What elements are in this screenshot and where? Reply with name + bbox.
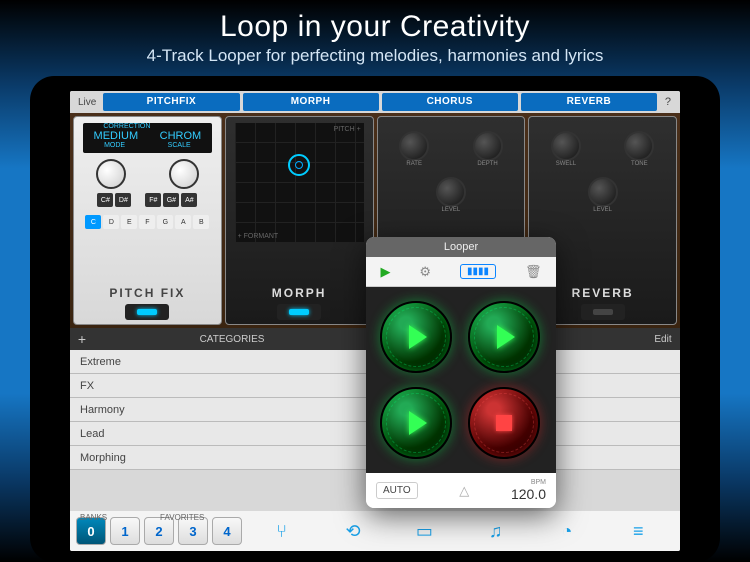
tab-chorus[interactable]: CHORUS bbox=[382, 93, 518, 111]
key-as[interactable]: A# bbox=[181, 193, 197, 207]
looper-title: Looper bbox=[366, 237, 556, 257]
looper-trash-icon[interactable]: 🗑 bbox=[525, 264, 542, 280]
key-d[interactable]: D bbox=[103, 215, 119, 229]
reverb-swell-knob[interactable] bbox=[551, 131, 581, 161]
key-ds[interactable]: D# bbox=[115, 193, 131, 207]
reverb-tone-knob[interactable] bbox=[624, 131, 654, 161]
chorus-rate-knob[interactable] bbox=[399, 131, 429, 161]
tab-pitchfix[interactable]: PITCHFIX bbox=[103, 93, 239, 111]
bottom-bar: BANKS FAVORITES 0 1 2 3 4 ⑂ ⟲ ▭ ♫ ◔ ≡ bbox=[70, 511, 680, 551]
key-fs[interactable]: F# bbox=[145, 193, 161, 207]
tuner-icon[interactable]: ⑂ bbox=[246, 521, 317, 542]
play-icon bbox=[409, 325, 427, 349]
key-cs[interactable]: C# bbox=[97, 193, 113, 207]
tape-icon[interactable]: ▭ bbox=[389, 521, 460, 542]
looper-play-icon[interactable]: ▶ bbox=[380, 264, 390, 280]
lcd-scale: CHROM bbox=[160, 130, 202, 142]
bank-1[interactable]: 1 bbox=[110, 517, 140, 545]
key-g[interactable]: G bbox=[157, 215, 173, 229]
menu-icon[interactable]: ≡ bbox=[603, 521, 674, 542]
marketing-headline: Loop in your Creativity bbox=[0, 0, 750, 44]
pedal-name-morph: MORPH bbox=[226, 286, 373, 300]
footswitch-morph[interactable] bbox=[277, 304, 321, 320]
help-button[interactable]: ? bbox=[660, 96, 676, 108]
banks-label: BANKS bbox=[80, 513, 107, 522]
loop-track-2[interactable] bbox=[468, 301, 540, 373]
top-bar: Live PITCHFIX MORPH CHORUS REVERB ? bbox=[70, 91, 680, 113]
bank-4[interactable]: 4 bbox=[212, 517, 242, 545]
key-f[interactable]: F bbox=[139, 215, 155, 229]
key-row-white: C D E F G A B bbox=[74, 211, 221, 233]
pedal-morph: PITCH + + FORMANT MORPH bbox=[225, 116, 374, 325]
footswitch-pitchfix[interactable] bbox=[125, 304, 169, 320]
categories-label: CATEGORIES bbox=[94, 334, 370, 345]
pedal-pitchfix: CORRECTION MEDIUMCHROM MODESCALE C# D# F… bbox=[73, 116, 222, 325]
app-screen: Live PITCHFIX MORPH CHORUS REVERB ? CORR… bbox=[70, 91, 680, 551]
scale-knob[interactable] bbox=[169, 159, 199, 189]
tab-morph[interactable]: MORPH bbox=[243, 93, 379, 111]
record-icon bbox=[496, 415, 512, 431]
looper-footer: AUTO △ BPM 120.0 bbox=[366, 473, 556, 508]
bpm-value: 120.0 bbox=[511, 486, 546, 502]
looper-panel: Looper ▶ ⚙ ▮▮▮▮ 🗑 AUTO △ BPM 120.0 bbox=[366, 237, 556, 508]
live-label: Live bbox=[74, 97, 100, 108]
key-c[interactable]: C bbox=[85, 215, 101, 229]
chorus-depth-knob[interactable] bbox=[473, 131, 503, 161]
loop-track-1[interactable] bbox=[380, 301, 452, 373]
edit-button[interactable]: Edit bbox=[646, 334, 680, 345]
gauge-icon[interactable]: ◔ bbox=[531, 521, 602, 542]
bpm-display[interactable]: BPM 120.0 bbox=[511, 479, 546, 502]
chorus-level-knob[interactable] bbox=[436, 177, 466, 207]
loop-track-3[interactable] bbox=[380, 387, 452, 459]
key-b[interactable]: B bbox=[193, 215, 209, 229]
metronome-icon[interactable]: △ bbox=[459, 483, 469, 499]
mode-knob[interactable] bbox=[96, 159, 126, 189]
add-category-button[interactable]: + bbox=[70, 331, 94, 347]
auto-button[interactable]: AUTO bbox=[376, 482, 418, 499]
key-a[interactable]: A bbox=[175, 215, 191, 229]
morph-xy-pad[interactable]: PITCH + + FORMANT bbox=[235, 123, 364, 243]
favorites-label: FAVORITES bbox=[160, 513, 204, 522]
pedal-name-pitchfix: PITCH FIX bbox=[74, 286, 221, 300]
loop-icon[interactable]: ⟲ bbox=[317, 521, 388, 542]
key-gs[interactable]: G# bbox=[163, 193, 179, 207]
key-row-black: C# D# F# G# A# bbox=[74, 189, 221, 211]
tab-reverb[interactable]: REVERB bbox=[521, 93, 657, 111]
key-e[interactable]: E bbox=[121, 215, 137, 229]
looper-toolbar: ▶ ⚙ ▮▮▮▮ 🗑 bbox=[366, 257, 556, 287]
play-icon bbox=[409, 411, 427, 435]
loop-track-4-record[interactable] bbox=[468, 387, 540, 459]
loop-grid bbox=[366, 287, 556, 473]
looper-sliders-icon[interactable]: ⚙ bbox=[419, 264, 431, 280]
bpm-label: BPM bbox=[511, 479, 546, 486]
lcd-label: CORRECTION bbox=[103, 123, 150, 130]
music-icon[interactable]: ♫ bbox=[460, 521, 531, 542]
footswitch-reverb[interactable] bbox=[581, 304, 625, 320]
reverb-level-knob[interactable] bbox=[588, 177, 618, 207]
pitchfix-lcd: CORRECTION MEDIUMCHROM MODESCALE bbox=[83, 123, 212, 153]
play-icon bbox=[497, 325, 515, 349]
lcd-mode: MEDIUM bbox=[94, 130, 139, 142]
marketing-subhead: 4-Track Looper for perfecting melodies, … bbox=[0, 46, 750, 66]
xy-cursor[interactable] bbox=[288, 154, 310, 176]
looper-bars-segment[interactable]: ▮▮▮▮ bbox=[460, 264, 496, 279]
ipad-frame: Live PITCHFIX MORPH CHORUS REVERB ? CORR… bbox=[30, 76, 720, 562]
